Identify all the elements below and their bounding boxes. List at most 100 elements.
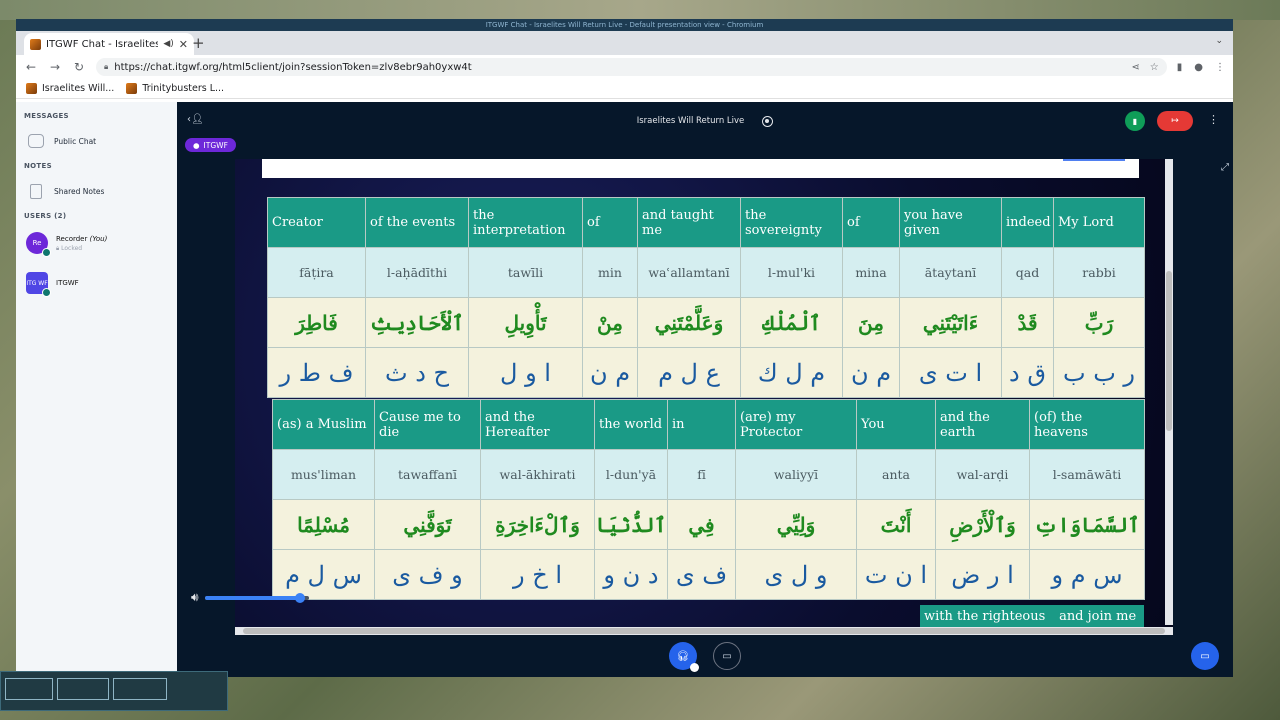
avatar: ITG WF — [26, 272, 51, 297]
meeting-title: Israelites Will Return Live — [636, 116, 745, 126]
taskbar-window[interactable] — [57, 678, 109, 700]
english-row: (as) a Muslim Cause me to die and the Here… — [272, 399, 1145, 450]
scroll-thumb[interactable] — [243, 628, 1165, 634]
reload-icon[interactable]: ↻ — [72, 60, 86, 74]
english-row: Creator of the events the interpretation of… — [267, 197, 1145, 248]
lock-icon[interactable]: 🔒︎ — [104, 62, 108, 72]
scroll-thumb[interactable] — [1166, 271, 1172, 431]
volume-slider[interactable] — [204, 592, 309, 603]
desktop-background — [0, 0, 1280, 20]
tr-cell: l-aḥādīthi — [365, 247, 469, 298]
tr-cell: mina — [842, 247, 900, 298]
volume-control[interactable]: 🔊︎ — [191, 590, 309, 605]
arabic-row: مُسْلِمًا تَوَفَّنِي وَٱلْءَاخِرَةِ ٱلدُّنْ… — [272, 499, 1145, 550]
tr-cell: waʿallamtanī — [637, 247, 741, 298]
screen-share-button[interactable]: ▭ — [1191, 642, 1219, 670]
url-text[interactable]: https://chat.itgwf.org/html5client/join?… — [114, 62, 471, 73]
chevron-down-icon[interactable]: ⌄ — [1215, 36, 1223, 46]
tr-cell: rabbi — [1053, 247, 1145, 298]
ar-cell: أَنْتَ — [856, 499, 936, 550]
arabic-row: فَاطِرَ ٱلْأَحَادِيثِ تَأْوِيلِ مِنْ وَعَلَّ… — [267, 297, 1145, 348]
connection-status-button[interactable]: ▮ — [1125, 111, 1145, 131]
taskbar-window[interactable] — [113, 678, 167, 700]
new-tab-button[interactable]: + — [192, 34, 205, 52]
sidebar-item-public-chat[interactable]: Public Chat — [16, 130, 177, 152]
browser-tab[interactable]: ITGWF Chat - Israelites ◀) ✕ — [24, 33, 194, 55]
back-icon[interactable]: ← — [24, 60, 38, 74]
sidepanel-icon[interactable]: ▮ — [1177, 62, 1183, 73]
en-cell: of — [842, 197, 900, 248]
vocab-table-2: (as) a Muslim Cause me to die and the Here… — [272, 399, 1145, 600]
volume-thumb[interactable] — [295, 592, 306, 603]
forward-icon[interactable]: → — [48, 60, 62, 74]
en-cell: of — [582, 197, 638, 248]
bookmark-israelites[interactable]: Israelites Will... — [26, 83, 114, 94]
root-cell: د ن و — [594, 549, 668, 600]
tr-cell: mus'liman — [272, 449, 375, 500]
speaker-icon[interactable]: 🔊︎ — [191, 590, 199, 605]
tab-title: ITGWF Chat - Israelites — [46, 38, 159, 50]
en-cell: (are) my Protector — [735, 399, 857, 450]
root-cell: ا ن ت — [856, 549, 936, 600]
root-cell: م ن — [582, 347, 638, 398]
sidebar-item-shared-notes[interactable]: Shared Notes — [16, 180, 177, 202]
ar-cell: ٱلْأَحَادِيثِ — [365, 297, 469, 348]
talker-name: ITGWF — [203, 140, 228, 150]
bookmark-trinitybusters[interactable]: Trinitybusters L... — [126, 83, 224, 94]
tr-cell: anta — [856, 449, 936, 500]
user-item-itgwf[interactable]: ITG WF ITGWF — [16, 270, 177, 297]
tr-cell: l-dun'yā — [594, 449, 668, 500]
menu-icon[interactable]: ⋮ — [1215, 62, 1225, 73]
en-cell: the interpretation — [468, 197, 583, 248]
share-icon[interactable]: ⋖ — [1131, 62, 1139, 73]
slide-top-accent — [1063, 159, 1125, 161]
user-name: ITGWF — [56, 278, 79, 287]
en-cell: and taught me — [637, 197, 741, 248]
tr-cell: l-mul'ki — [740, 247, 843, 298]
user-list-toggle-icon[interactable]: ‹👤︎ — [187, 114, 204, 125]
favicon-icon — [30, 38, 41, 50]
tr-cell: min — [582, 247, 638, 298]
root-row: ف ط رح د ثا و لم نع ل مم ل كم نا ت ىق در… — [267, 347, 1145, 398]
close-icon[interactable]: ✕ — [179, 38, 188, 51]
record-icon[interactable] — [762, 115, 774, 127]
root-cell: ا خ ر — [480, 549, 595, 600]
ar-cell: مُسْلِمًا — [272, 499, 375, 550]
volume-fill — [204, 595, 301, 600]
leave-meeting-button[interactable]: ↦ — [1157, 111, 1193, 131]
user-item-recorder[interactable]: Re Recorder (You) 🔒︎ Locked — [16, 230, 177, 257]
notes-icon — [30, 183, 42, 199]
camera-button[interactable]: ▭ — [713, 642, 741, 670]
status-dot — [42, 288, 51, 297]
more-options-icon[interactable]: ⋮ — [1208, 113, 1219, 126]
talking-indicator[interactable]: ● ITGWF — [185, 138, 236, 152]
address-bar[interactable]: 🔒︎ https://chat.itgwf.org/html5client/jo… — [96, 58, 1167, 76]
ar-cell: مِنْ — [582, 297, 638, 348]
presentation-slide: Creator of the events the interpretation of… — [235, 159, 1173, 635]
user-status: 🔒︎ Locked — [56, 244, 83, 252]
fullscreen-icon[interactable]: ⤢ — [1221, 162, 1229, 173]
tr-cell: waliyyī — [735, 449, 857, 500]
root-cell: ع ل م — [637, 347, 741, 398]
ar-cell: مِنَ — [842, 297, 900, 348]
tr-cell: tawaffanī — [374, 449, 481, 500]
taskbar-window[interactable] — [5, 678, 53, 700]
root-cell: و ل ى — [735, 549, 857, 600]
messages-header: MESSAGES — [24, 112, 69, 120]
audio-button[interactable]: 🎧︎ — [669, 642, 699, 672]
star-icon[interactable]: ☆ — [1150, 62, 1159, 73]
vocab-table-1: Creator of the events the interpretation of… — [267, 197, 1145, 398]
horizontal-scrollbar[interactable] — [235, 627, 1173, 635]
en-cell: and the Hereafter — [480, 399, 595, 450]
users-header: USERS (2) — [24, 212, 67, 220]
profile-icon[interactable]: ● — [1194, 62, 1203, 73]
action-bar: 🎧︎ ▭ ▭ — [177, 635, 1233, 677]
en-cell: My Lord — [1053, 197, 1145, 248]
vertical-scrollbar[interactable] — [1165, 159, 1173, 625]
bookmark-label: Israelites Will... — [42, 83, 115, 94]
ar-cell: وَٱلْءَاخِرَةِ — [480, 499, 595, 550]
bookmark-favicon-icon — [126, 83, 138, 94]
avatar-initials: Re — [32, 239, 42, 247]
speaker-icon[interactable]: ◀) — [163, 39, 173, 49]
ar-cell: وَلِيِّي — [735, 499, 857, 550]
